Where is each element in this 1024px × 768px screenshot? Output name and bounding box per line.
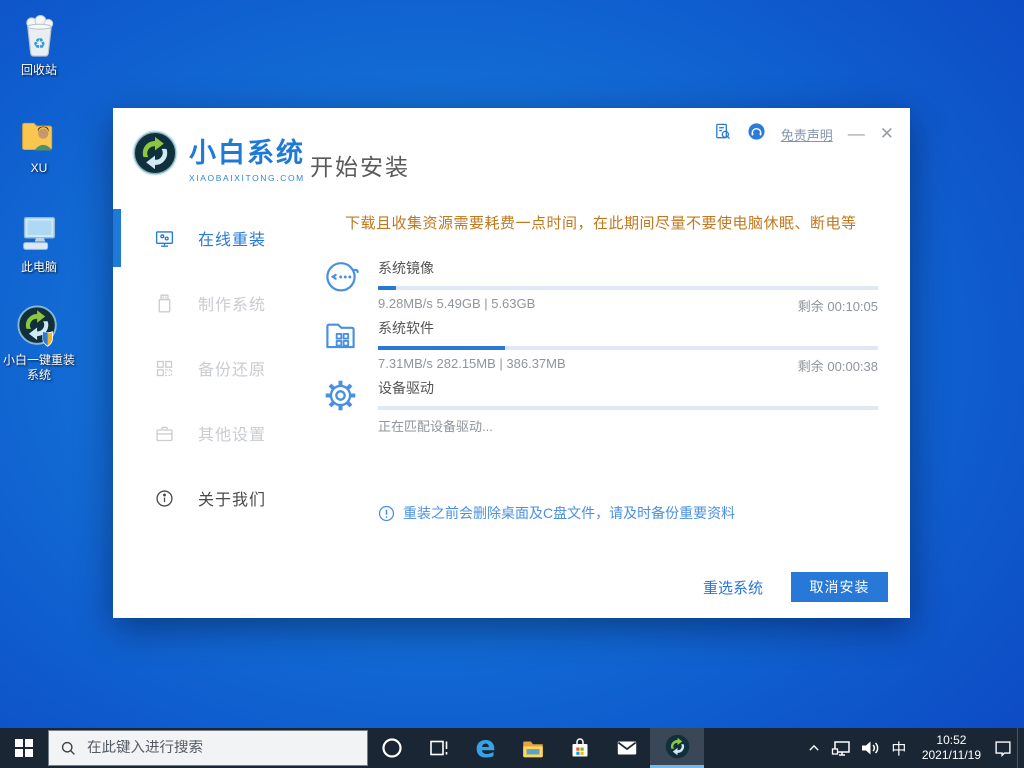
sidebar-item-online-reinstall[interactable]: 在线重装 (113, 209, 310, 267)
task-view-icon (427, 736, 451, 760)
taskbar: e (0, 728, 1024, 768)
disclaimer-link[interactable]: 免责声明 (781, 125, 833, 144)
mail-icon (614, 735, 640, 761)
task-label: 系统软件 (378, 313, 878, 338)
search-icon (60, 740, 77, 757)
task-status: 正在匹配设备驱动... (378, 416, 493, 435)
titlebar-actions: 免责声明 — ✕ (713, 122, 894, 146)
microsoft-store-icon (568, 736, 592, 760)
windows-logo-icon (15, 739, 33, 757)
brand-name: 小白系统 (189, 131, 305, 170)
sidebar-item-backup-restore[interactable]: 备份还原 (113, 339, 310, 397)
xiaobai-logo-icon (2, 300, 76, 350)
progress-bar (378, 346, 878, 350)
brand-block: 小白系统 XIAOBAIXITONG.COM (189, 131, 305, 183)
backup-warning-text: 重装之前会删除桌面及C盘文件，请及时备份重要资料 (403, 503, 735, 523)
footer-actions: 重选系统 取消安装 (703, 572, 888, 602)
xiaobai-app-window: 小白系统 XIAOBAIXITONG.COM 开始安装 免责声明 (113, 108, 910, 618)
this-pc-icon (2, 207, 76, 257)
exclamation-circle-icon (378, 505, 395, 522)
sidebar-item-label: 备份还原 (198, 356, 266, 380)
cortana-icon (380, 736, 404, 760)
grid-blocks-icon (154, 358, 175, 379)
system-tray: 中 10:52 2021/11/19 (800, 728, 1024, 768)
license-doc-icon[interactable] (713, 122, 732, 146)
close-button[interactable]: ✕ (880, 125, 894, 143)
desktop-icon-label: 回收站 (2, 63, 76, 78)
sidebar-item-label: 关于我们 (198, 486, 266, 510)
folder-apps-icon (322, 317, 359, 359)
uac-shield-icon (43, 332, 53, 346)
clock-date: 2021/11/19 (922, 748, 981, 763)
volume-icon[interactable] (856, 728, 884, 768)
desktop-icon-label: 小白一键重装系统 (2, 353, 76, 383)
start-button[interactable] (0, 728, 48, 768)
file-explorer-icon (520, 735, 546, 761)
usb-drive-icon (154, 293, 175, 314)
file-explorer-button[interactable] (509, 728, 556, 768)
task-label: 设备驱动 (378, 373, 878, 398)
download-notice-text: 下载且收集资源需要耗费一点时间，在此期间尽量不要使电脑休眠、断电等 (345, 212, 857, 233)
desktop-icon-label: XU (2, 161, 76, 176)
page-title: 开始安装 (310, 148, 410, 182)
cortana-button[interactable] (368, 728, 415, 768)
edge-icon: e (475, 733, 495, 763)
reselect-system-button[interactable]: 重选系统 (703, 577, 763, 598)
recycle-bin-icon: ♻ (2, 10, 76, 60)
sidebar-item-label: 在线重装 (198, 226, 266, 250)
desktop-icon-label: 此电脑 (2, 260, 76, 275)
mail-button[interactable] (603, 728, 650, 768)
search-input[interactable] (87, 740, 337, 756)
briefcase-icon (154, 423, 175, 444)
sidebar-item-label: 其他设置 (198, 421, 266, 445)
action-center-icon (992, 737, 1014, 759)
store-button[interactable] (556, 728, 603, 768)
svg-text:♻: ♻ (32, 36, 45, 52)
desktop-icon-this-pc[interactable]: 此电脑 (2, 207, 76, 275)
monitor-reinstall-icon (154, 228, 175, 249)
sidebar: 在线重装 制作系统 备份还原 其他设置 (113, 198, 310, 618)
window-header: 小白系统 XIAOBAIXITONG.COM 开始安装 免责声明 (113, 108, 910, 198)
desktop-icon-user-folder[interactable]: XU (2, 108, 76, 176)
clock[interactable]: 10:52 2021/11/19 (914, 733, 989, 763)
clock-time: 10:52 (922, 733, 981, 748)
progress-bar (378, 406, 878, 410)
sidebar-item-make-system[interactable]: 制作系统 (113, 274, 310, 332)
action-center-button[interactable] (989, 728, 1017, 768)
sidebar-item-other-settings[interactable]: 其他设置 (113, 404, 310, 462)
progress-fill (378, 346, 505, 350)
main-content: 下载且收集资源需要耗费一点时间，在此期间尽量不要使电脑休眠、断电等 系统镜像 (310, 198, 910, 618)
taskbar-search[interactable] (48, 730, 368, 766)
face-whistle-icon (322, 257, 360, 300)
task-label: 系统镜像 (378, 253, 878, 278)
info-circle-icon (154, 488, 175, 509)
xiaobai-taskbar-button[interactable] (650, 728, 704, 768)
backup-warning: 重装之前会删除桌面及C盘文件，请及时备份重要资料 (378, 503, 735, 523)
app-logo-icon (130, 128, 180, 183)
task-view-button[interactable] (415, 728, 462, 768)
show-desktop-button[interactable] (1017, 728, 1024, 768)
cancel-install-button[interactable]: 取消安装 (791, 572, 888, 602)
support-headset-icon[interactable] (747, 122, 766, 146)
progress-fill (378, 286, 396, 290)
desktop-icon-xiaobai-installer[interactable]: 小白一键重装系统 (2, 300, 76, 383)
desktop: { "desktop": { "icons": [ { "label": "回收… (0, 0, 1024, 768)
sidebar-item-label: 制作系统 (198, 291, 266, 315)
minimize-button[interactable]: — (848, 125, 865, 143)
xiaobai-taskbar-icon (664, 733, 691, 760)
edge-button[interactable]: e (462, 728, 509, 768)
ime-indicator[interactable]: 中 (884, 738, 914, 759)
gear-icon (322, 377, 359, 419)
sidebar-item-about-us[interactable]: 关于我们 (113, 469, 310, 527)
brand-domain: XIAOBAIXITONG.COM (189, 173, 305, 183)
network-icon[interactable] (828, 728, 856, 768)
progress-bar (378, 286, 878, 290)
user-folder-icon (2, 108, 76, 158)
tray-chevron-up-icon[interactable] (800, 728, 828, 768)
desktop-icon-recycle-bin[interactable]: ♻ 回收站 (2, 10, 76, 78)
